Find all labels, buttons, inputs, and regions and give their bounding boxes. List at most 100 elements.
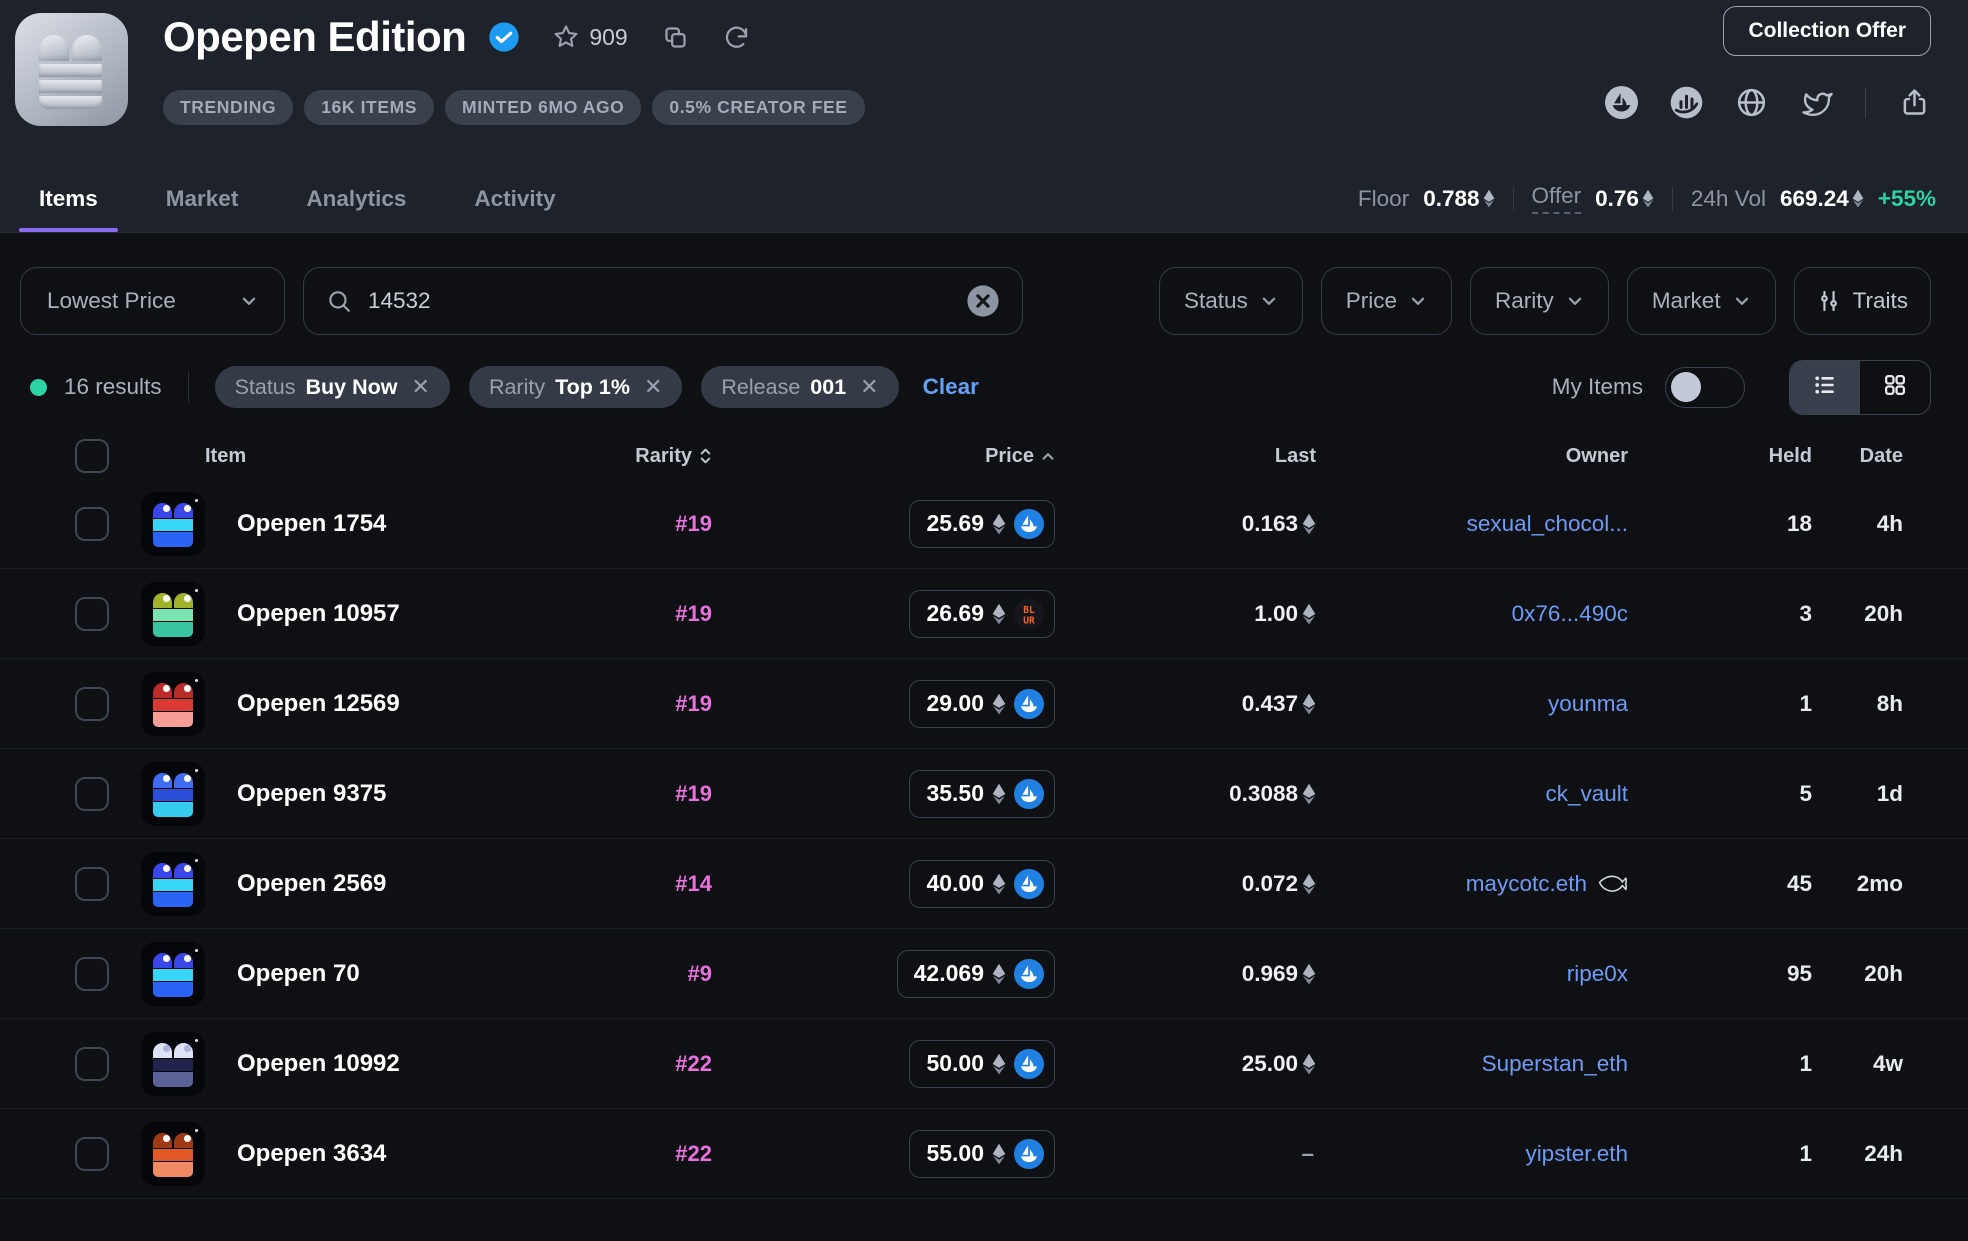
remove-chip-icon[interactable]: ✕ xyxy=(412,374,430,400)
search-box[interactable] xyxy=(303,267,1023,335)
owner-link[interactable]: ripe0x xyxy=(1567,961,1628,987)
row-checkbox[interactable] xyxy=(75,597,109,631)
row-checkbox[interactable] xyxy=(75,1137,109,1171)
nft-thumbnail[interactable] xyxy=(141,1032,205,1096)
column-rarity[interactable]: Rarity xyxy=(560,445,712,468)
item-name[interactable]: Opepen 3634 xyxy=(237,1140,386,1168)
copy-address-icon[interactable] xyxy=(662,24,689,51)
last-sale-value: 0.3088 xyxy=(1229,781,1298,807)
favorites[interactable]: 909 xyxy=(552,23,627,51)
nft-thumbnail[interactable] xyxy=(141,582,205,646)
table-row[interactable]: Opepen 70 #9 42.069 0.969 ripe0x 95 20h xyxy=(0,929,1968,1019)
row-checkbox[interactable] xyxy=(75,867,109,901)
twitter-icon[interactable] xyxy=(1800,86,1833,119)
offer-label[interactable]: Offer xyxy=(1532,183,1582,214)
owner-link[interactable]: maycotc.eth xyxy=(1466,871,1587,897)
held-count: 1 xyxy=(1799,691,1812,717)
owner-link[interactable]: 0x76...490c xyxy=(1512,601,1628,627)
tab-items[interactable]: Items xyxy=(19,186,118,232)
grid-view-button[interactable] xyxy=(1860,361,1930,414)
item-name[interactable]: Opepen 70 xyxy=(237,960,360,988)
nav-tabs: Items Market Analytics Activity xyxy=(19,186,604,232)
opensea-marketplace-icon xyxy=(1014,509,1044,539)
traits-button[interactable]: Traits xyxy=(1794,267,1931,335)
opensea-marketplace-icon xyxy=(1014,1049,1044,1079)
item-name[interactable]: Opepen 12569 xyxy=(237,690,400,718)
collection-offer-button[interactable]: Collection Offer xyxy=(1723,6,1931,56)
buy-price-button[interactable]: 50.00 xyxy=(909,1040,1055,1088)
row-checkbox[interactable] xyxy=(75,507,109,541)
chip-release[interactable]: Release 001 ✕ xyxy=(701,366,898,408)
owner-link[interactable]: Superstan_eth xyxy=(1482,1051,1628,1077)
status-filter-dropdown[interactable]: Status xyxy=(1159,267,1303,335)
collection-header: Opepen Edition 909 TRENDING16K ITEMSMINT… xyxy=(0,0,1968,233)
price-filter-dropdown[interactable]: Price xyxy=(1321,267,1452,335)
row-checkbox[interactable] xyxy=(75,957,109,991)
tab-activity[interactable]: Activity xyxy=(454,186,575,232)
item-name[interactable]: Opepen 10992 xyxy=(237,1050,400,1078)
buy-price-button[interactable]: 35.50 xyxy=(909,770,1055,818)
nft-thumbnail[interactable] xyxy=(141,1122,205,1186)
star-icon[interactable] xyxy=(552,23,580,51)
buy-price-button[interactable]: 55.00 xyxy=(909,1130,1055,1178)
row-checkbox[interactable] xyxy=(75,1047,109,1081)
market-filter-dropdown[interactable]: Market xyxy=(1627,267,1776,335)
rarity-filter-dropdown[interactable]: Rarity xyxy=(1470,267,1609,335)
buy-price-button[interactable]: 40.00 xyxy=(909,860,1055,908)
table-row[interactable]: Opepen 10957 #19 26.69 BLUR 1.00 0x76...… xyxy=(0,569,1968,659)
owner-link[interactable]: sexual_chocol... xyxy=(1467,511,1628,537)
table-row[interactable]: Opepen 10992 #22 50.00 25.00 Superstan_e… xyxy=(0,1019,1968,1109)
buy-price-button[interactable]: 26.69 BLUR xyxy=(909,590,1055,638)
table-body: Opepen 1754 #19 25.69 0.163 sexual_choco… xyxy=(0,479,1968,1199)
buy-price-button[interactable]: 42.069 xyxy=(897,950,1055,998)
chip-rarity[interactable]: Rarity Top 1% ✕ xyxy=(469,366,682,408)
table-row[interactable]: Opepen 9375 #19 35.50 0.3088 ck_vault 5 … xyxy=(0,749,1968,839)
remove-chip-icon[interactable]: ✕ xyxy=(860,374,878,400)
table-row[interactable]: Opepen 12569 #19 29.00 0.437 younma 1 8h xyxy=(0,659,1968,749)
table-row[interactable]: Opepen 2569 #14 40.00 0.072 maycotc.eth … xyxy=(0,839,1968,929)
sort-dropdown[interactable]: Lowest Price xyxy=(20,267,285,335)
item-name[interactable]: Opepen 10957 xyxy=(237,600,400,628)
buy-price-button[interactable]: 25.69 xyxy=(909,500,1055,548)
tab-analytics[interactable]: Analytics xyxy=(286,186,426,232)
refresh-icon[interactable] xyxy=(723,24,750,51)
table-row[interactable]: Opepen 1754 #19 25.69 0.163 sexual_choco… xyxy=(0,479,1968,569)
owner-link[interactable]: younma xyxy=(1548,691,1628,717)
my-items-label: My Items xyxy=(1552,374,1643,400)
owner-link[interactable]: ck_vault xyxy=(1545,781,1628,807)
clear-search-icon[interactable] xyxy=(966,284,1000,318)
item-name[interactable]: Opepen 2569 xyxy=(237,870,386,898)
my-items-toggle[interactable] xyxy=(1665,367,1745,408)
row-checkbox[interactable] xyxy=(75,687,109,721)
eth-icon xyxy=(992,693,1006,715)
share-icon[interactable] xyxy=(1898,86,1931,119)
nft-thumbnail[interactable] xyxy=(141,672,205,736)
column-price[interactable]: Price xyxy=(712,445,1055,468)
item-name[interactable]: Opepen 9375 xyxy=(237,780,386,808)
row-checkbox[interactable] xyxy=(75,777,109,811)
buy-price-button[interactable]: 29.00 xyxy=(909,680,1055,728)
listed-date: 24h xyxy=(1864,1141,1903,1167)
search-input[interactable] xyxy=(368,288,950,314)
item-name[interactable]: Opepen 1754 xyxy=(237,510,386,538)
column-last[interactable]: Last xyxy=(1055,445,1316,468)
owner-link[interactable]: yipster.eth xyxy=(1525,1141,1628,1167)
last-sale-value: 25.00 xyxy=(1242,1051,1298,1077)
tab-market[interactable]: Market xyxy=(146,186,259,232)
remove-chip-icon[interactable]: ✕ xyxy=(644,374,662,400)
nft-thumbnail[interactable] xyxy=(141,492,205,556)
column-date: Date xyxy=(1812,445,1903,468)
volume-label: 24h Vol xyxy=(1691,186,1766,212)
collection-logo[interactable] xyxy=(15,13,128,126)
opensea-link-icon[interactable] xyxy=(1605,86,1638,119)
list-view-button[interactable] xyxy=(1790,361,1860,414)
nft-thumbnail[interactable] xyxy=(141,942,205,1006)
select-all-checkbox[interactable] xyxy=(75,439,109,473)
analytics-site-icon[interactable] xyxy=(1670,86,1703,119)
nft-thumbnail[interactable] xyxy=(141,762,205,826)
clear-filters-link[interactable]: Clear xyxy=(923,374,979,400)
nft-thumbnail[interactable] xyxy=(141,852,205,916)
website-globe-icon[interactable] xyxy=(1735,86,1768,119)
chip-status[interactable]: Status Buy Now ✕ xyxy=(215,366,450,408)
table-row[interactable]: Opepen 3634 #22 55.00 – yipster.eth 1 24… xyxy=(0,1109,1968,1199)
